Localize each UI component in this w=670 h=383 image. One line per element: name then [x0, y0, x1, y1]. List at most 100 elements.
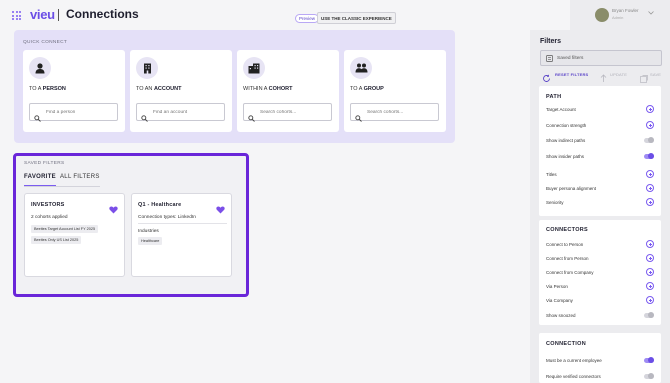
cohort-chip: Beeites Only US List 2025 — [31, 236, 82, 244]
heart-icon[interactable] — [109, 201, 118, 214]
add-icon[interactable] — [646, 170, 654, 178]
buildings-icon — [243, 57, 265, 79]
quick-connect-panel: QUICK CONNECT TO A PERSON TO AN ACCOUNT — [14, 30, 455, 143]
search-icon — [248, 109, 255, 122]
filter-label: Connection strength — [546, 123, 587, 128]
filter-row-connect-from-person[interactable]: Connect from Person — [546, 254, 654, 263]
insider-paths-toggle[interactable] — [644, 153, 654, 159]
saved-filter-card-q1-healthcare[interactable]: Q1 - Healthcare Connection types: Linked… — [131, 193, 232, 277]
saved-filters-panel: SAVED FILTERS FAVORITE ALL FILTERS INVES… — [13, 153, 249, 297]
filter-label: Show snoozed — [546, 313, 576, 318]
app-logo[interactable]: vieu — [30, 7, 55, 22]
quick-connect-group-title: TO A GROUP — [350, 86, 384, 92]
heart-icon[interactable] — [216, 201, 225, 214]
connectors-section: CONNECTORS Connect to Person Connect fro… — [539, 220, 661, 325]
saved-filters-label: SAVED FILTERS — [24, 161, 65, 166]
add-icon[interactable] — [646, 240, 654, 248]
connection-heading: CONNECTION — [546, 341, 586, 347]
add-icon[interactable] — [646, 184, 654, 192]
page-title: Connections — [66, 7, 139, 21]
add-icon[interactable] — [646, 254, 654, 262]
card-divider — [138, 223, 227, 224]
app-root: vieu Connections Preview USE THE CLASSIC… — [0, 0, 670, 383]
quick-connect-account-card: TO AN ACCOUNT — [130, 50, 232, 132]
filter-row-connection-strength[interactable]: Connection strength — [546, 121, 654, 130]
add-icon[interactable] — [646, 282, 654, 290]
cohort-chip: Beeites Target Account List FY 2025 — [31, 225, 99, 233]
chevron-down-icon[interactable] — [648, 11, 654, 17]
saved-filter-card-investors[interactable]: INVESTORS 2 cohorts applied Beeites Targ… — [24, 193, 125, 277]
person-icon — [29, 57, 51, 79]
industry-chip: Healthcare — [138, 237, 163, 245]
filter-label: Require verified connectors — [546, 374, 601, 379]
saved-filter-summary: Connection types: LinkedIn — [138, 215, 196, 220]
tab-all-filters[interactable]: ALL FILTERS — [60, 174, 100, 180]
user-name: Bryan Fowler — [612, 8, 639, 13]
filters-title: Filters — [540, 38, 562, 45]
saved-filter-title: Q1 - Healthcare — [138, 202, 182, 208]
classic-experience-button[interactable]: USE THE CLASSIC EXPERIENCE — [317, 12, 396, 24]
filter-label: Connect to Person — [546, 242, 584, 247]
find-account-input-wrap[interactable] — [136, 103, 225, 122]
filter-label: Via Person — [546, 284, 568, 289]
find-account-input[interactable] — [153, 109, 223, 115]
find-person-input[interactable] — [46, 109, 116, 115]
filter-row-connect-to-person[interactable]: Connect to Person — [546, 240, 654, 249]
header-divider — [58, 9, 59, 21]
quick-connect-account-title: TO AN ACCOUNT — [136, 86, 182, 92]
filter-label: Buyer persona alignment — [546, 186, 597, 191]
reset-filters-button[interactable]: RESET FILTERS — [555, 72, 588, 77]
saved-filter-summary: 2 cohorts applied — [31, 215, 68, 220]
add-icon[interactable] — [646, 105, 654, 113]
filter-row-via-person[interactable]: Via Person — [546, 282, 654, 291]
add-icon[interactable] — [646, 296, 654, 304]
filter-row-buyer-persona[interactable]: Buyer persona alignment — [546, 184, 654, 193]
update-button[interactable]: UPDATE — [610, 72, 627, 77]
active-tab-indicator — [24, 185, 56, 186]
search-groups-input[interactable] — [367, 109, 437, 115]
filter-row-via-company[interactable]: Via Company — [546, 296, 654, 305]
indirect-paths-toggle[interactable] — [644, 137, 654, 143]
filter-label: Titles — [546, 172, 557, 177]
apps-grid-icon[interactable] — [12, 11, 21, 20]
search-icon — [141, 109, 148, 122]
tab-favorite[interactable]: FAVORITE — [24, 174, 56, 180]
filter-row-titles[interactable]: Titles — [546, 170, 654, 179]
tab-divider — [24, 186, 100, 187]
filter-row-target-account[interactable]: Target Account — [546, 105, 654, 114]
search-groups-input-wrap[interactable] — [350, 103, 439, 122]
current-employee-toggle[interactable] — [644, 357, 654, 363]
search-cohorts-input[interactable] — [260, 109, 330, 115]
search-icon — [34, 109, 41, 122]
add-icon[interactable] — [646, 198, 654, 206]
user-role: Admin — [612, 15, 624, 20]
user-menu[interactable]: Bryan Fowler Admin — [570, 0, 670, 30]
filter-label: Connect from Company — [546, 270, 594, 275]
snoozed-toggle[interactable] — [644, 312, 654, 318]
filter-label: Show insider paths — [546, 154, 585, 159]
saved-filters-select[interactable]: Saved filters — [540, 50, 662, 66]
filter-row-show-insider-paths: Show insider paths — [546, 152, 654, 161]
filter-label: Show indirect paths — [546, 138, 586, 143]
filter-label: Connect from Person — [546, 256, 589, 261]
save-button[interactable]: SAVE — [650, 72, 661, 77]
search-icon — [355, 109, 362, 122]
quick-connect-label: QUICK CONNECT — [23, 40, 68, 45]
quick-connect-person-card: TO A PERSON — [23, 50, 125, 132]
filter-row-seniority[interactable]: Seniority — [546, 198, 654, 207]
verified-connectors-toggle[interactable] — [644, 373, 654, 379]
quick-connect-group-card: TO A GROUP — [344, 50, 446, 132]
find-person-input-wrap[interactable] — [29, 103, 118, 122]
search-cohorts-input-wrap[interactable] — [243, 103, 332, 122]
connectors-heading: CONNECTORS — [546, 227, 589, 233]
industries-label: Industries — [138, 229, 159, 234]
saved-filters-placeholder: Saved filters — [557, 55, 584, 61]
add-icon[interactable] — [646, 268, 654, 276]
add-icon[interactable] — [646, 121, 654, 129]
filter-label: Target Account — [546, 107, 576, 112]
saved-filter-title: INVESTORS — [31, 202, 65, 208]
avatar — [595, 8, 609, 22]
filter-row-show-snoozed: Show snoozed — [546, 311, 654, 320]
connection-section: CONNECTION Must be a current employee Re… — [539, 333, 661, 383]
filter-row-connect-from-company[interactable]: Connect from Company — [546, 268, 654, 277]
